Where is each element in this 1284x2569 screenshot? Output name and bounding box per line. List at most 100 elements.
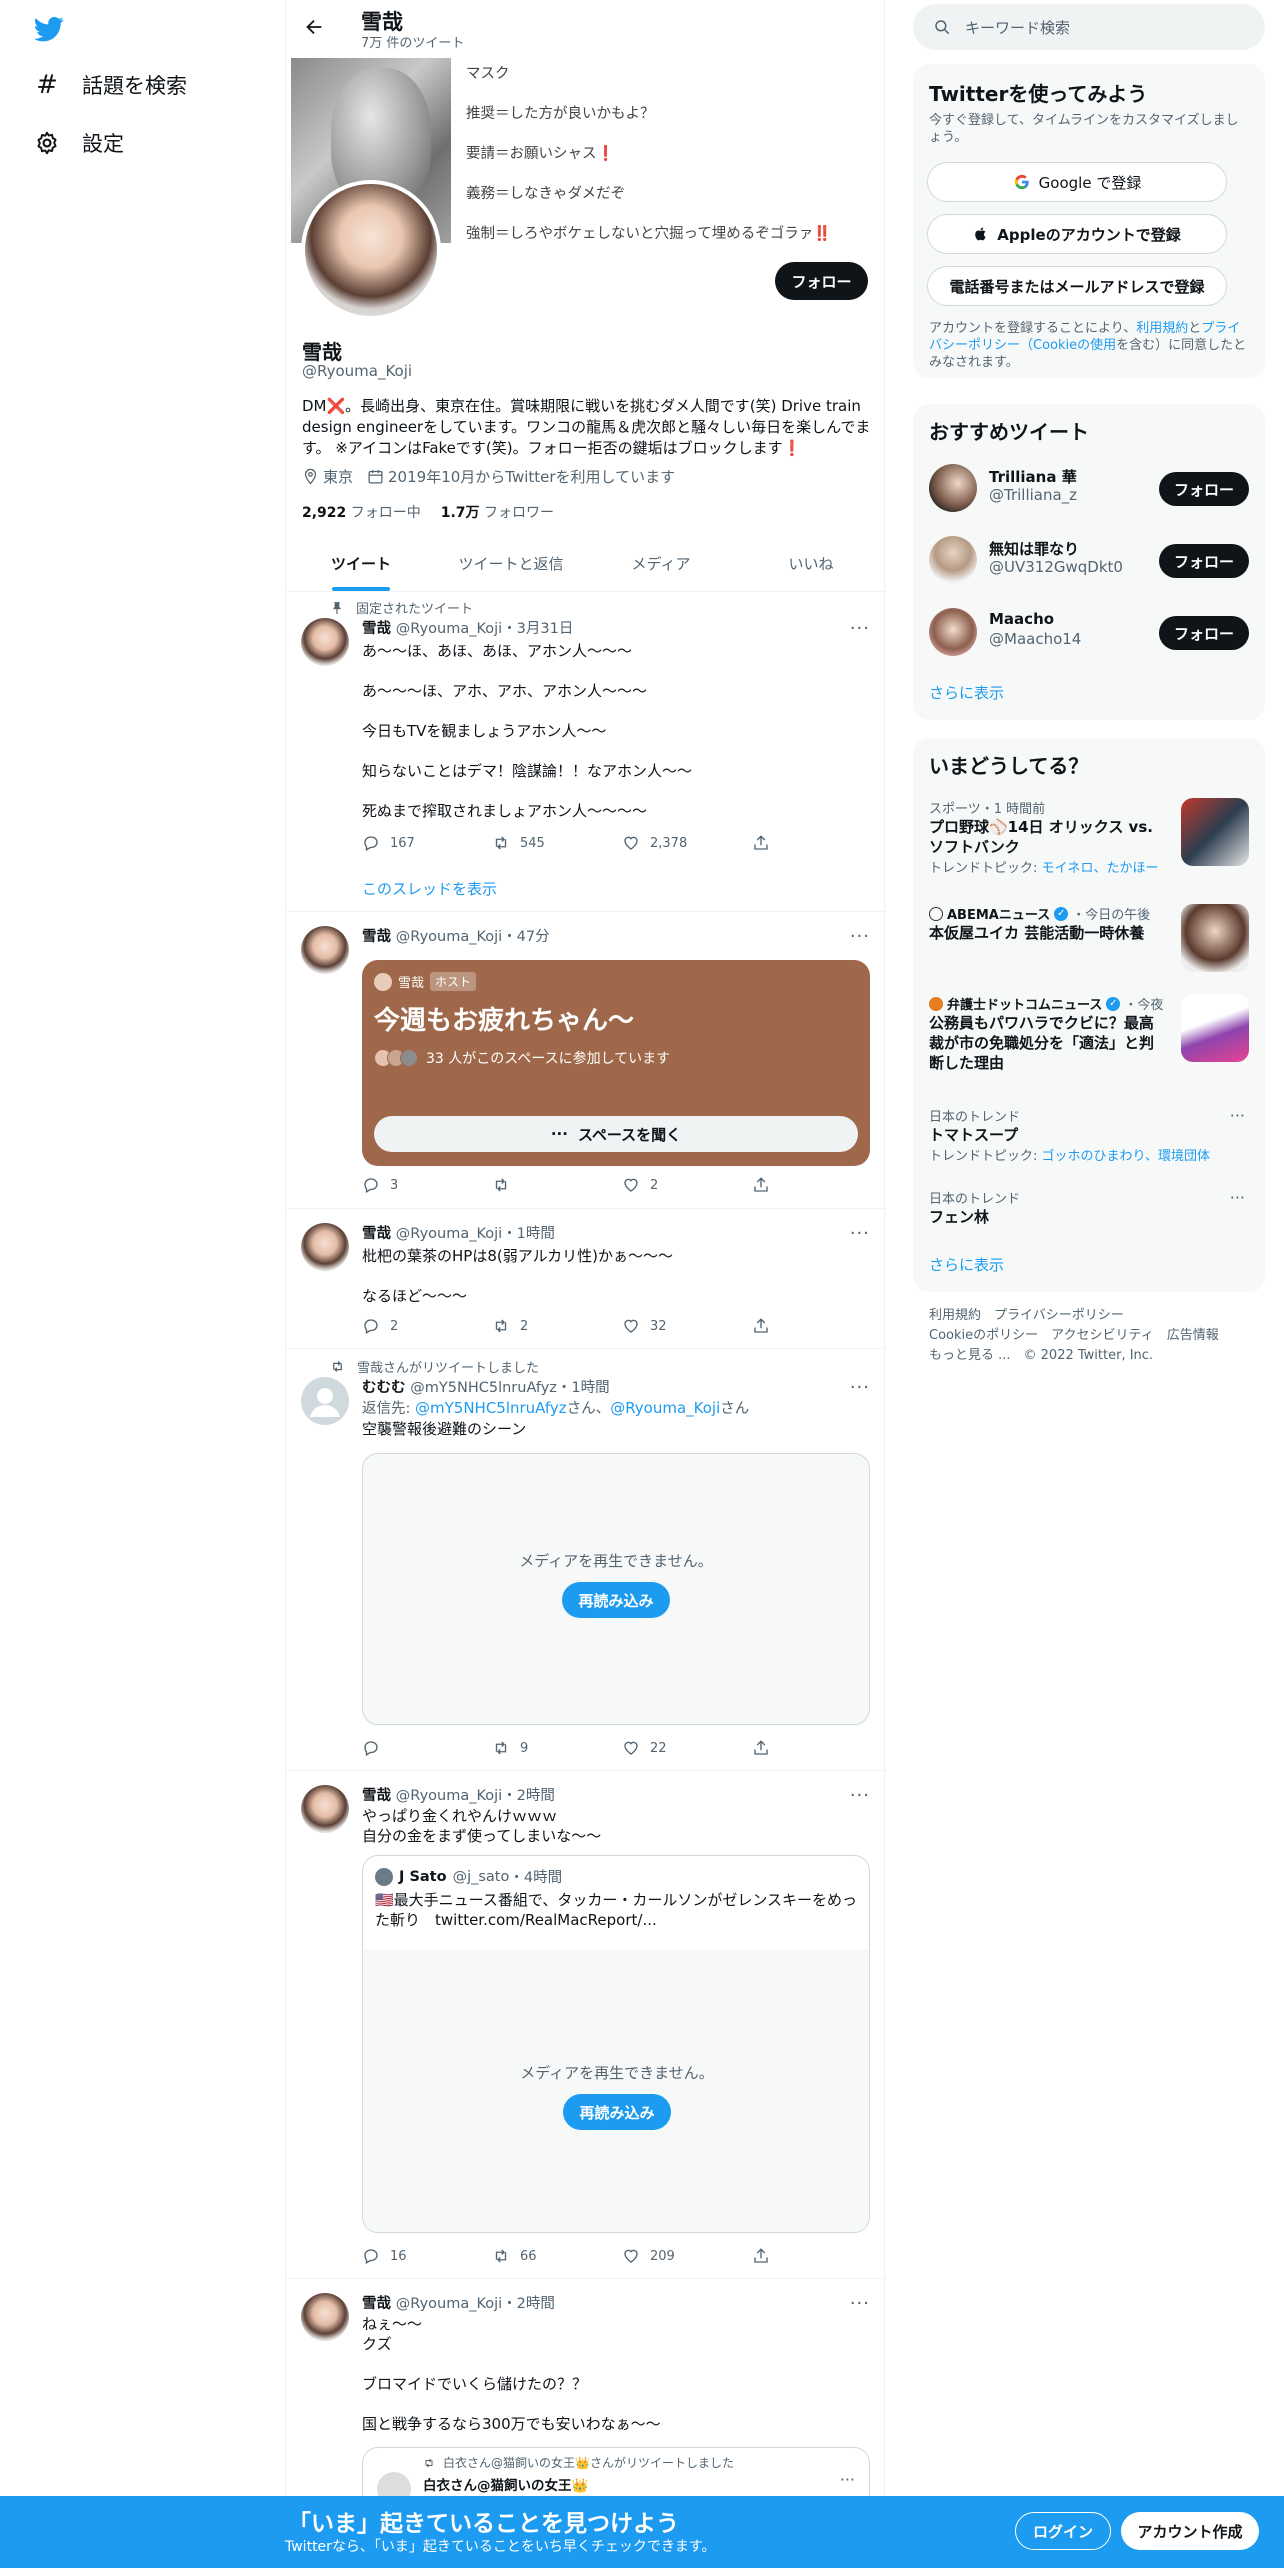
avatar[interactable]	[301, 1377, 349, 1425]
who-item[interactable]: Maacho @Maacho14 フォロー	[929, 602, 1249, 662]
reply-button[interactable]: 16	[362, 2247, 492, 2265]
like-button[interactable]: 209	[622, 2247, 752, 2265]
reply-button[interactable]: 2	[362, 1317, 492, 1335]
who-more-link[interactable]: さらに表示	[929, 682, 1004, 703]
tweet-author-handle[interactable]: @Ryouma_Koji	[396, 1788, 502, 1804]
trends-more-link[interactable]: さらに表示	[929, 1254, 1004, 1275]
tweet-time[interactable]: ・2時間	[502, 1788, 555, 1804]
avatar[interactable]	[301, 926, 349, 974]
tweet-author-handle[interactable]: @Ryouma_Koji	[396, 2296, 502, 2312]
trend-item[interactable]: ABEMAニュース ✓ ・今日の午後 本仮屋ユイカ 芸能活動一時休養	[929, 904, 1249, 972]
search-input[interactable]: キーワード検索	[965, 17, 1070, 38]
share-button[interactable]	[752, 834, 792, 852]
tweet-author-name[interactable]: 雪哉	[362, 621, 391, 637]
tweet-author-name[interactable]: 雪哉	[362, 2296, 391, 2312]
following-link[interactable]: 2,922 フォロー中	[302, 502, 421, 522]
tweet-author-name[interactable]: 雪哉	[362, 1226, 391, 1242]
tweet-author-name[interactable]: 雪哉	[362, 1788, 391, 1804]
more-icon[interactable]: ···	[1230, 1106, 1245, 1125]
tweet-author-handle[interactable]: @Ryouma_Koji	[396, 621, 502, 637]
reload-button[interactable]: 再読み込み	[562, 1582, 670, 1618]
share-button[interactable]	[752, 1317, 792, 1335]
retweet-button[interactable]: 2	[492, 1317, 622, 1335]
tweet[interactable]: ··· 雪哉 @Ryouma_Koji・1時間 枇杷の葉茶のHPは8(弱アルカリ…	[286, 1209, 886, 1349]
who-item[interactable]: 無知は罪なり @UV312GwqDkt0 フォロー	[929, 530, 1249, 590]
reply-button[interactable]	[362, 1739, 492, 1757]
reply-button[interactable]: 167	[362, 834, 492, 852]
footer-links[interactable]: Cookieのポリシー アクセシビリティ 広告情報	[929, 1326, 1219, 1346]
twitter-logo-icon[interactable]	[32, 14, 66, 44]
tweet-time[interactable]: ・3月31日	[502, 621, 573, 637]
phone-signup-button[interactable]: 電話番号またはメールアドレスで登録	[927, 266, 1227, 306]
trend-topic-link[interactable]: ゴッホのひまわり、環境団体	[1042, 1149, 1210, 1164]
retweeted-by[interactable]: 雪哉さんがリツイートしました	[357, 1357, 539, 1376]
login-button[interactable]: ログイン	[1015, 2512, 1111, 2550]
like-button[interactable]: 32	[622, 1317, 752, 1335]
footer-links[interactable]: 利用規約 プライバシーポリシー	[929, 1306, 1219, 1326]
reload-button[interactable]: 再読み込み	[563, 2094, 671, 2130]
reply-button[interactable]: 3	[362, 1176, 492, 1194]
retweet-button[interactable]: 9	[492, 1739, 622, 1757]
nav-explore[interactable]: # 話題を検索	[34, 70, 187, 100]
share-button[interactable]	[752, 1739, 792, 1757]
tab-media[interactable]: メディア	[586, 536, 736, 591]
mention-link[interactable]: @mY5NHC5lnruAfyz	[415, 1399, 567, 1417]
who-item[interactable]: Trilliana 華 @Trilliana_z フォロー	[929, 458, 1249, 518]
followers-link[interactable]: 1.7万 フォロワー	[441, 502, 554, 522]
like-button[interactable]: 2,378	[622, 834, 752, 852]
trend-item[interactable]: 弁護士ドットコムニュース ✓ ・今夜 公務員もパワハラでクビに？最高裁が市の免職処分…	[929, 994, 1249, 1073]
share-button[interactable]	[752, 1176, 792, 1194]
quoted-tweet[interactable]: J Sato @j_sato ・4時間 🇺🇸最大手ニュース番組で、タッカー・カール…	[362, 1855, 870, 2233]
back-arrow-icon[interactable]	[303, 16, 325, 38]
terms-link[interactable]: 利用規約	[1136, 321, 1188, 336]
nav-settings[interactable]: 設定	[34, 128, 124, 158]
tweet-author-handle[interactable]: @Ryouma_Koji	[396, 929, 502, 945]
tweet-author-name[interactable]: 雪哉	[362, 929, 391, 945]
tweet-pinned[interactable]: 固定されたツイート ··· 雪哉 @Ryouma_Koji・3月31日 あ～～ほ…	[286, 592, 886, 912]
avatar[interactable]	[301, 618, 349, 666]
trend-topic-link[interactable]: モイネロ、たかほー	[1042, 861, 1159, 876]
tweet-time[interactable]: ・47分	[502, 929, 549, 945]
follow-button[interactable]: フォロー	[1159, 472, 1249, 506]
tab-tweets[interactable]: ツイート	[286, 536, 436, 591]
follow-button[interactable]: フォロー	[1159, 544, 1249, 578]
search-box[interactable]: キーワード検索	[913, 4, 1265, 50]
listen-space-button[interactable]: ··· スペースを聞く	[374, 1116, 858, 1152]
trend-item[interactable]: 日本のトレンド フェン林 ···	[929, 1188, 1249, 1227]
apple-signup-button[interactable]: Appleのアカウントで登録	[927, 214, 1227, 254]
google-signup-button[interactable]: Google で登録	[927, 162, 1227, 202]
trend-item[interactable]: 日本のトレンド トマトスープ トレンドトピック: ゴッホのひまわり、環境団体 ·…	[929, 1106, 1249, 1164]
avatar[interactable]	[301, 2293, 349, 2341]
tweet-time[interactable]: ・1時間	[557, 1380, 610, 1396]
tweet-quote[interactable]: ··· 雪哉 @Ryouma_Koji・2時間 やっぱり金くれやんけｗｗｗ 自分…	[286, 1771, 886, 2279]
tab-tweets-replies[interactable]: ツイートと返信	[436, 536, 586, 591]
avatar[interactable]	[301, 1223, 349, 1271]
signup-button[interactable]: アカウント作成	[1121, 2512, 1259, 2550]
tweet-time[interactable]: ・1時間	[502, 1226, 555, 1242]
show-thread-link[interactable]: このスレッドを表示	[362, 878, 497, 899]
footer-links[interactable]: もっと見る ... © 2022 Twitter, Inc.	[929, 1346, 1219, 1366]
follow-button[interactable]: フォロー	[1159, 616, 1249, 650]
avatar[interactable]	[301, 1785, 349, 1833]
tweet-author-name[interactable]: むむむ	[362, 1380, 406, 1396]
tab-likes[interactable]: いいね	[736, 536, 886, 591]
share-button[interactable]	[752, 2247, 792, 2265]
tweet-author-handle[interactable]: @mY5NHC5lnruAfyz	[410, 1380, 557, 1396]
trend-item[interactable]: スポーツ・1 時間前 プロ野球⚾14日 オリックス vs. ソフトバンク トレン…	[929, 798, 1249, 876]
space-card[interactable]: 雪哉 ホスト 今週もお疲れちゃん〜 33 人がこのスペースに参加しています ··…	[362, 960, 870, 1166]
tweet-time[interactable]: ・2時間	[502, 2296, 555, 2312]
more-icon[interactable]: ···	[1230, 1188, 1245, 1207]
tweet-retweet[interactable]: 雪哉さんがリツイートしました ··· むむむ @mY5NHC5lnruAfyz・…	[286, 1349, 886, 1771]
follow-button[interactable]: フォロー	[775, 262, 868, 300]
retweet-button[interactable]: 545	[492, 834, 622, 852]
profile-avatar[interactable]	[301, 180, 441, 320]
like-button[interactable]: 22	[622, 1739, 752, 1757]
mention-link[interactable]: @Ryouma_Koji	[610, 1399, 720, 1417]
pin-icon	[332, 601, 342, 614]
tweet-space[interactable]: ··· 雪哉 @Ryouma_Koji・47分 雪哉 ホスト 今週もお疲れちゃん…	[286, 912, 886, 1209]
like-button[interactable]: 2	[622, 1176, 752, 1194]
tweet-author-handle[interactable]: @Ryouma_Koji	[396, 1226, 502, 1242]
retweet-button[interactable]	[492, 1176, 622, 1194]
retweet-button[interactable]: 66	[492, 2247, 622, 2265]
more-icon[interactable]: ···	[840, 2470, 855, 2489]
